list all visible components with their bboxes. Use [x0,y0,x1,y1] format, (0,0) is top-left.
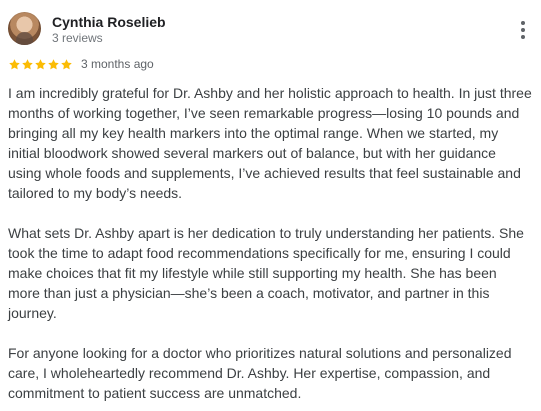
review-header: Cynthia Roselieb 3 reviews [8,12,533,46]
review-paragraph: For anyone looking for a doctor who prio… [8,345,512,401]
star-icon [60,58,73,71]
menu-dot [521,28,525,32]
star-icon [8,58,21,71]
review-paragraph: I am incredibly grateful for Dr. Ashby a… [8,85,532,201]
more-options-button[interactable] [513,17,533,43]
star-icon [47,58,60,71]
star-icon [34,58,47,71]
review-meta: 3 months ago [8,56,154,72]
review-body: I am incredibly grateful for Dr. Ashby a… [8,83,532,403]
review-card: Cynthia Roselieb 3 reviews 3 months ago … [0,0,541,411]
reviewer-avatar[interactable] [8,12,41,45]
reviewer-name[interactable]: Cynthia Roselieb [52,14,166,30]
reviewer-review-count[interactable]: 3 reviews [52,31,103,45]
menu-dot [521,35,525,39]
star-icon [21,58,34,71]
more-vertical-icon [521,21,525,39]
rating-stars [8,58,73,71]
menu-dot [521,21,525,25]
review-date: 3 months ago [81,57,154,71]
review-paragraph: What sets Dr. Ashby apart is her dedicat… [8,225,524,321]
